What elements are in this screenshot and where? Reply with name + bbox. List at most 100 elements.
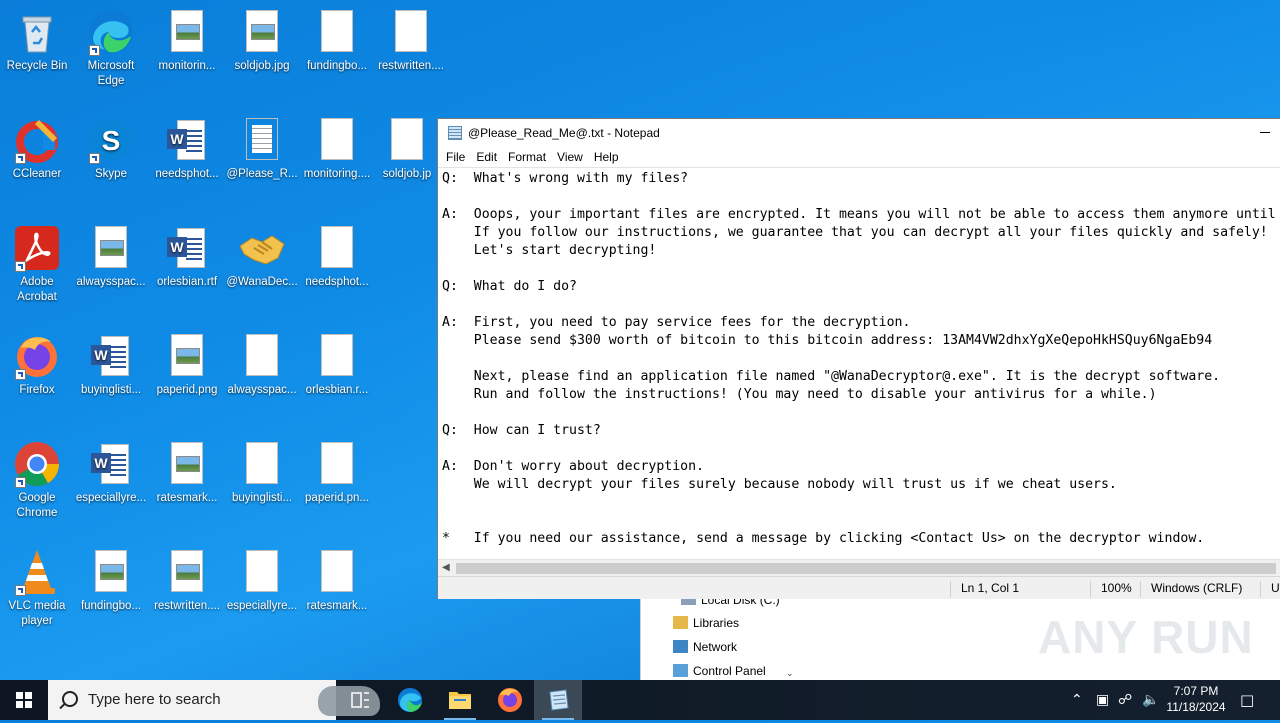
desktop-icon-file[interactable]: alwaysspac... [225, 332, 299, 398]
menu-help[interactable]: Help [590, 150, 626, 164]
clock-time: 7:07 PM [1173, 684, 1219, 698]
zoom-level: 100% [1090, 581, 1132, 597]
desktop-icon-file[interactable]: W buyinglisti... [74, 332, 148, 398]
icon-label: especiallyre... [226, 600, 298, 612]
file-explorer-window[interactable]: Local Disk (C:) Libraries Network Contro… [640, 593, 801, 680]
nav-item-label: Control Panel [693, 664, 766, 678]
desktop-icon-file[interactable]: needsphot... [300, 224, 374, 290]
menu-view[interactable]: View [553, 150, 590, 164]
nav-item-control-panel[interactable]: Control Panel [673, 662, 766, 680]
desktop-icon-file[interactable]: @Please_R... [225, 116, 299, 182]
minimize-button[interactable] [1258, 125, 1272, 139]
chevron-up-icon[interactable]: ⌃ [1071, 692, 1083, 708]
desktop-icon-file[interactable]: monitorin... [150, 8, 224, 74]
clock-date: 11/18/2024 [1166, 700, 1226, 714]
volume-icon[interactable]: 🔈 [1142, 692, 1159, 708]
network-icon[interactable]: ☍ [1118, 692, 1132, 708]
desktop-icon-file[interactable]: fundingbo... [74, 548, 148, 614]
clock[interactable]: 7:07 PM 11/18/2024 [1160, 683, 1232, 715]
taskbar-file-explorer[interactable] [436, 680, 484, 720]
icon-label: paperid.png [156, 384, 218, 396]
notifications-icon[interactable]: □ [1240, 692, 1254, 708]
image-file-icon [163, 548, 211, 596]
icon-label: @Please_R... [226, 168, 298, 180]
desktop-icon-file[interactable]: orlesbian.r... [300, 332, 374, 398]
icon-label: needsphot... [305, 276, 369, 288]
blank-file-icon [313, 440, 361, 488]
desktop-icon-file[interactable]: soldjob.jpg [225, 8, 299, 74]
nav-scrollbar[interactable]: ⌄ [783, 598, 797, 680]
icon-label: orlesbian.rtf [156, 276, 218, 288]
icon-label: paperid.pn... [305, 492, 369, 504]
icon-label: Firefox [19, 384, 55, 396]
image-file-icon [238, 8, 286, 56]
desktop-icon-recycle-bin[interactable]: Recycle Bin [0, 8, 74, 74]
task-view-button[interactable] [336, 680, 384, 720]
shortcut-arrow-icon [15, 369, 26, 380]
desktop-icon-wanadecryptor[interactable]: @WanaDec... [225, 224, 299, 290]
desktop-icon-adobe-acrobat[interactable]: Adobe Acrobat [0, 224, 74, 305]
taskbar-search-box[interactable]: Type here to search [48, 680, 380, 720]
network-icon [673, 640, 688, 653]
desktop-icon-file[interactable]: soldjob.jp [370, 116, 444, 182]
desktop-icon-file[interactable]: W needsphot... [150, 116, 224, 182]
edge-icon [87, 8, 135, 56]
desktop-icon-firefox[interactable]: Firefox [0, 332, 74, 398]
menu-file[interactable]: File [442, 150, 472, 164]
horizontal-scrollbar[interactable]: ◀ [438, 559, 1280, 577]
desktop-icon-ccleaner[interactable]: CCleaner [0, 116, 74, 182]
desktop-icon-file[interactable]: ratesmark... [300, 548, 374, 614]
blank-file-icon [383, 116, 431, 164]
firefox-icon [498, 688, 522, 712]
image-file-icon [163, 332, 211, 380]
handshake-icon [238, 224, 286, 272]
desktop-icon-file[interactable]: paperid.png [150, 332, 224, 398]
desktop-icon-file[interactable]: ratesmark... [150, 440, 224, 506]
desktop-icon-file[interactable]: buyinglisti... [225, 440, 299, 506]
desktop-icon-edge[interactable]: Microsoft Edge [74, 8, 148, 89]
image-file-icon [163, 8, 211, 56]
title-bar[interactable]: @Please_Read_Me@.txt - Notepad [438, 119, 1280, 147]
blank-file-icon [313, 224, 361, 272]
start-button[interactable] [0, 680, 48, 720]
desktop-icon-google-chrome[interactable]: Google Chrome [0, 440, 74, 521]
icon-label: ratesmark... [156, 492, 218, 504]
nav-item-libraries[interactable]: Libraries [673, 614, 739, 632]
desktop-icon-file[interactable]: restwritten.... [150, 548, 224, 614]
scroll-left-icon[interactable]: ◀ [442, 562, 450, 573]
taskbar-notepad[interactable] [534, 680, 582, 720]
nav-item-network[interactable]: Network [673, 638, 737, 656]
desktop-icon-file[interactable]: paperid.pn... [300, 440, 374, 506]
desktop-icon-file[interactable]: alwaysspac... [74, 224, 148, 290]
menu-edit[interactable]: Edit [472, 150, 504, 164]
notepad-icon [549, 689, 569, 711]
word-document-icon: W [87, 332, 135, 380]
edge-icon [398, 688, 422, 712]
taskbar-firefox[interactable] [486, 680, 534, 720]
desktop-icon-file[interactable]: fundingbo... [300, 8, 374, 74]
svg-text:S: S [102, 125, 121, 156]
notepad-window[interactable]: @Please_Read_Me@.txt - Notepad File Edit… [437, 118, 1280, 599]
image-file-icon [163, 440, 211, 488]
shortcut-arrow-icon [89, 153, 100, 164]
taskbar-edge[interactable] [386, 680, 434, 720]
device-icon[interactable]: ▣ [1096, 692, 1109, 708]
menu-format[interactable]: Format [504, 150, 553, 164]
firefox-icon [13, 332, 61, 380]
chrome-icon [13, 440, 61, 488]
icon-label: monitorin... [158, 60, 216, 72]
icon-label: Adobe Acrobat [17, 276, 57, 303]
image-file-icon [87, 224, 135, 272]
desktop-icon-file[interactable]: monitoring.... [300, 116, 374, 182]
desktop-icon-file[interactable]: W orlesbian.rtf [150, 224, 224, 290]
desktop-icon-file[interactable]: W especiallyre... [74, 440, 148, 506]
icon-label: alwaysspac... [76, 276, 146, 288]
desktop-icon-skype[interactable]: S Skype [74, 116, 148, 182]
desktop-icon-file[interactable]: especiallyre... [225, 548, 299, 614]
chevron-down-icon[interactable]: ⌄ [786, 668, 794, 679]
icon-label: buyinglisti... [231, 492, 293, 504]
scrollbar-thumb[interactable] [456, 563, 1276, 574]
desktop-icon-file[interactable]: restwritten.... [374, 8, 448, 74]
text-editor[interactable]: Q: What's wrong with my files? A: Ooops,… [438, 167, 1280, 562]
desktop-icon-vlc[interactable]: VLC media player [0, 548, 74, 629]
